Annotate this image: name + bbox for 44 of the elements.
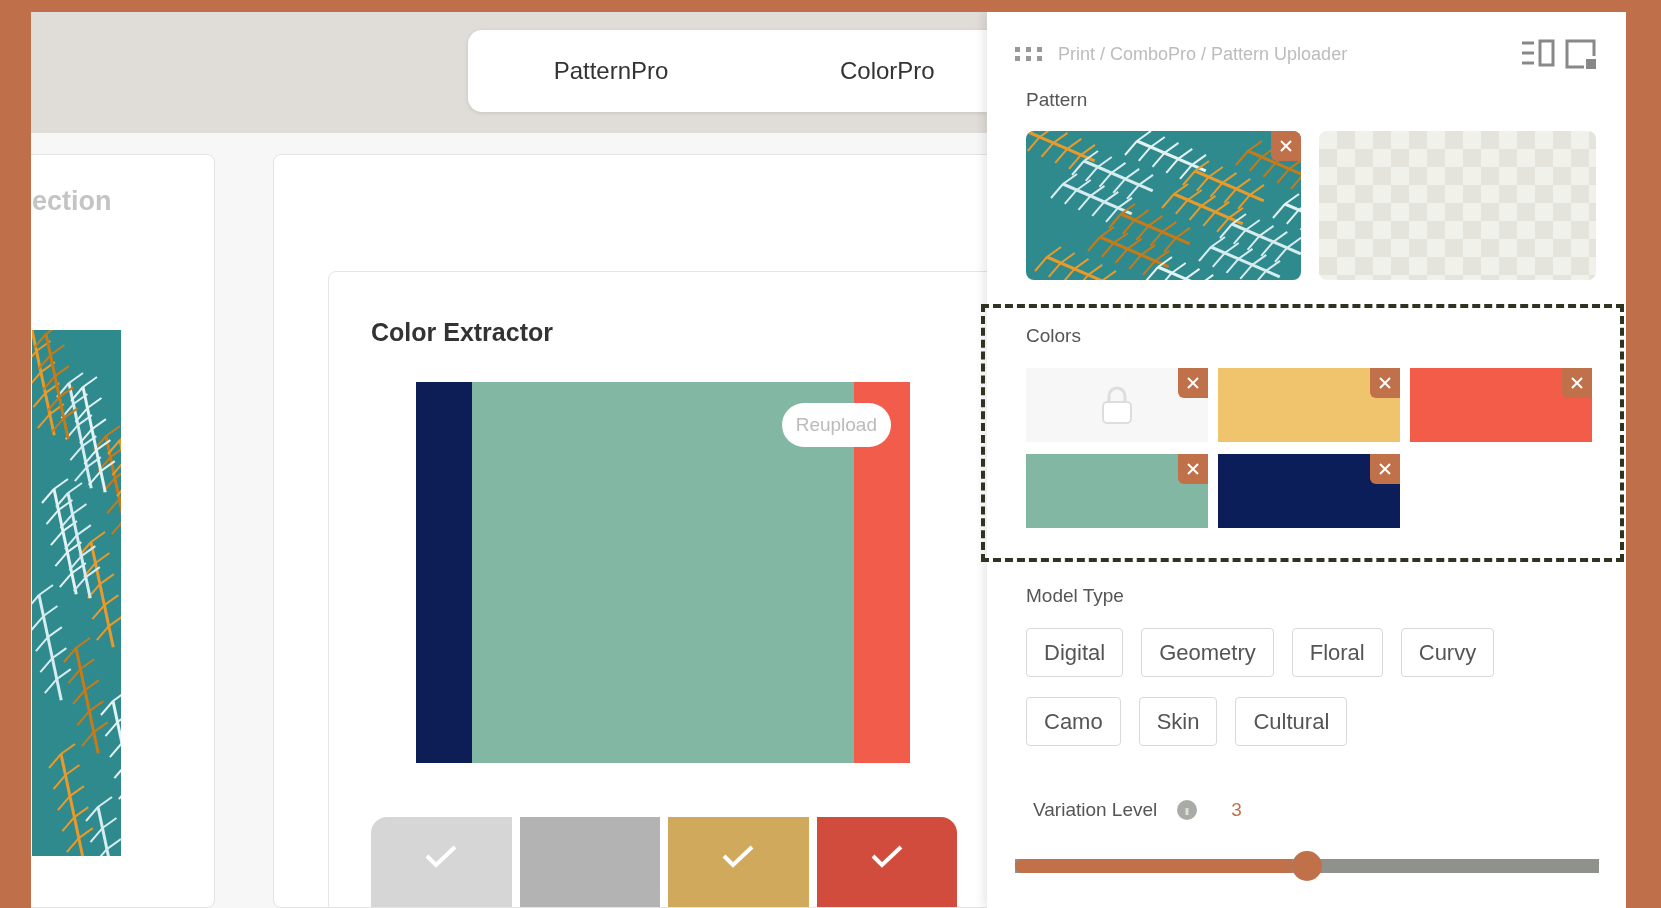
color-swatch[interactable] [519, 816, 660, 907]
pattern-thumbnail[interactable] [1026, 130, 1301, 280]
color-tile[interactable] [1410, 368, 1592, 442]
close-icon [1186, 462, 1200, 476]
remove-button[interactable] [1370, 454, 1400, 484]
color-swatch[interactable] [816, 816, 957, 907]
card-title: Color Extractor [371, 317, 553, 348]
drag-handle-icon [1015, 47, 1042, 61]
remove-button[interactable] [1562, 368, 1592, 398]
color-swatch[interactable] [668, 816, 809, 907]
section-label: Pattern [1026, 88, 1088, 112]
close-icon [1570, 376, 1584, 390]
tab[interactable]: PatternPro [468, 30, 754, 112]
color-tile[interactable] [1026, 454, 1208, 528]
remove-button[interactable] [1370, 368, 1400, 398]
resize-window-icon [1564, 38, 1598, 70]
section-heading: ection [32, 185, 112, 218]
color-swatch[interactable] [371, 816, 512, 907]
model-type-option[interactable]: Floral [1291, 628, 1383, 677]
remove-button[interactable] [1178, 454, 1208, 484]
section-label: Colors [1026, 323, 1081, 348]
slider-thumb[interactable] [1292, 850, 1322, 881]
tab[interactable]: ColorPro [754, 30, 987, 112]
model-type-option[interactable]: Curvy [1400, 628, 1495, 677]
slider-label: Variation Level [1033, 798, 1158, 822]
close-icon [1378, 376, 1392, 390]
model-type-option[interactable]: Skin [1138, 697, 1218, 746]
sidebar-toggle-icon [1520, 38, 1556, 68]
model-type-option[interactable]: Cultural [1235, 697, 1348, 746]
close-icon [1378, 462, 1392, 476]
color-tile[interactable] [1218, 368, 1400, 442]
remove-button[interactable] [1271, 130, 1301, 161]
breadcrumb: Print / ComboPro / Pattern Uploader [1058, 42, 1348, 66]
remove-button[interactable] [1178, 368, 1208, 398]
close-icon [1186, 376, 1200, 390]
section-label: Model Type [1026, 583, 1124, 608]
slider-value: 3 [1231, 798, 1242, 822]
model-type-option[interactable]: Digital [1026, 628, 1124, 677]
close-icon [1279, 138, 1293, 153]
model-type-option[interactable]: Camo [1026, 697, 1121, 746]
locked-color-slot[interactable] [1026, 368, 1208, 442]
info-icon [1177, 800, 1198, 821]
model-type-option[interactable]: Geometry [1141, 628, 1274, 677]
color-tile[interactable] [1218, 454, 1400, 528]
